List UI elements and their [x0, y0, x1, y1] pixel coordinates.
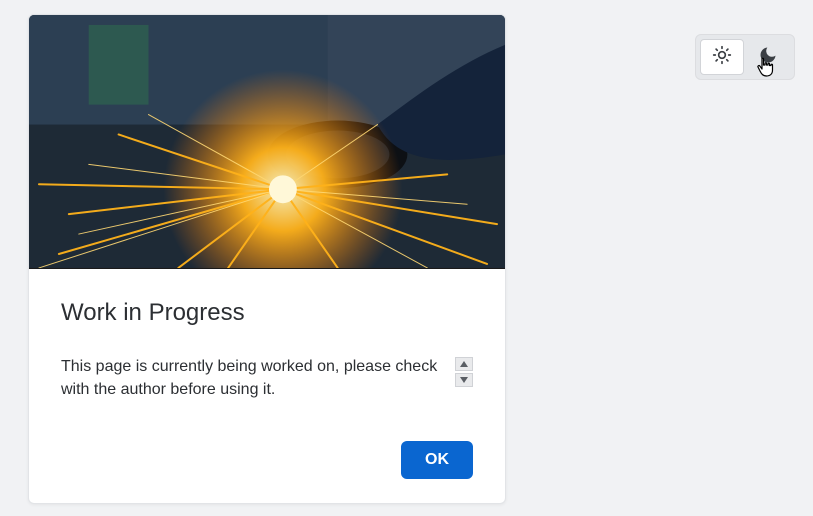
stepper-up-button[interactable] [455, 357, 473, 371]
card-title: Work in Progress [61, 299, 473, 327]
theme-light-button[interactable] [700, 39, 744, 75]
wip-card: Work in Progress This page is currently … [28, 14, 506, 504]
theme-dark-button[interactable] [746, 39, 790, 75]
card-hero-image [29, 15, 505, 269]
sun-icon [712, 45, 732, 70]
theme-switcher [695, 34, 795, 80]
stepper-down-button[interactable] [455, 373, 473, 387]
card-description: This page is currently being worked on, … [61, 355, 443, 401]
value-stepper [455, 357, 473, 387]
ok-button[interactable]: OK [401, 441, 473, 479]
moon-icon [758, 45, 778, 70]
card-body: Work in Progress This page is currently … [29, 269, 505, 503]
